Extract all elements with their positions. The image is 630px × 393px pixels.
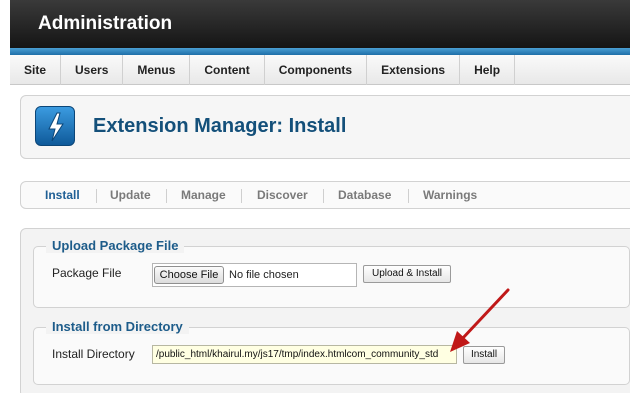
- tab-divider: [408, 189, 409, 203]
- menu-item-help[interactable]: Help: [460, 55, 516, 85]
- lightning-bolt-icon: [35, 106, 75, 146]
- menu-item-components[interactable]: Components: [265, 55, 368, 85]
- install-button[interactable]: Install: [463, 346, 505, 364]
- menu-item-site[interactable]: Site: [10, 55, 62, 85]
- tab-divider: [166, 189, 167, 203]
- tab-divider: [96, 189, 97, 203]
- tab-update[interactable]: Update: [110, 188, 151, 202]
- tab-manage[interactable]: Manage: [181, 188, 226, 202]
- no-file-chosen-text: No file chosen: [229, 269, 299, 281]
- tab-database[interactable]: Database: [338, 188, 391, 202]
- extension-tabs: Install Update Manage Discover Database …: [20, 181, 630, 209]
- upload-package-legend: Upload Package File: [46, 238, 185, 253]
- page-title: Extension Manager: Install: [93, 115, 347, 137]
- upload-install-button[interactable]: Upload & Install: [363, 265, 451, 283]
- menu-item-extensions[interactable]: Extensions: [367, 55, 461, 85]
- header-stripe: [10, 48, 630, 55]
- page-title-panel: Extension Manager: Install: [20, 95, 630, 159]
- tab-divider: [323, 189, 324, 203]
- package-file-label: Package File: [52, 266, 122, 280]
- main-menu-bar: Site Users Menus Content Components Exte…: [10, 55, 630, 85]
- admin-header: Administration: [10, 0, 630, 48]
- tab-discover[interactable]: Discover: [257, 188, 308, 202]
- menu-item-content[interactable]: Content: [190, 55, 265, 85]
- tab-install[interactable]: Install: [45, 188, 80, 202]
- install-directory-legend: Install from Directory: [46, 319, 189, 334]
- menu-item-menus[interactable]: Menus: [123, 55, 191, 85]
- tab-divider: [241, 189, 242, 203]
- install-directory-label: Install Directory: [52, 347, 135, 361]
- install-directory-input[interactable]: /public_html/khairul.my/js17/tmp/index.h…: [152, 345, 457, 364]
- tab-warnings[interactable]: Warnings: [423, 188, 477, 202]
- menu-item-users[interactable]: Users: [61, 55, 124, 85]
- choose-file-button[interactable]: Choose File: [154, 266, 224, 284]
- admin-title: Administration: [38, 13, 173, 34]
